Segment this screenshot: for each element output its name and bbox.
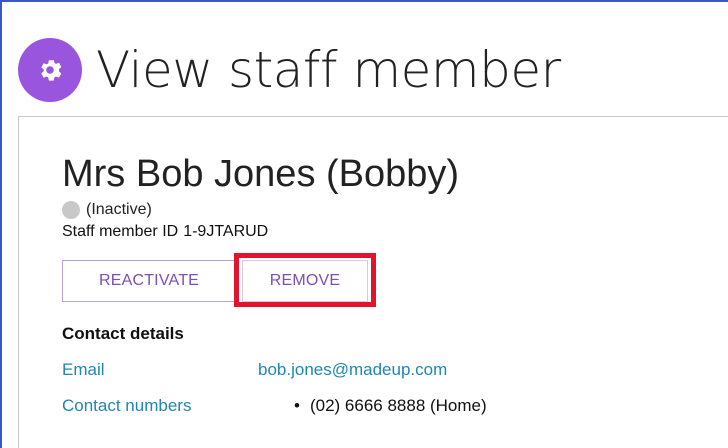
staff-id-value: 1-9JTARUD — [183, 223, 269, 240]
page-header: View staff member — [18, 38, 561, 102]
reactivate-button[interactable]: REACTIVATE — [62, 260, 236, 302]
contact-section-title: Contact details — [62, 324, 184, 343]
contact-number-item: (02) 6666 8888 (Home) — [294, 396, 487, 416]
contact-numbers-label: Contact numbers — [62, 396, 192, 415]
remove-highlight — [234, 253, 376, 307]
status-text: (Inactive) — [86, 201, 152, 218]
status-row: (Inactive) — [62, 201, 152, 219]
contact-numbers-list: (02) 6666 8888 (Home) — [294, 396, 487, 416]
staff-id: Staff member ID 1-9JTARUD — [62, 223, 268, 241]
staff-id-label: Staff member ID — [62, 223, 179, 240]
email-link[interactable]: bob.jones@madeup.com — [258, 360, 447, 380]
email-label: Email — [62, 360, 105, 379]
gear-icon — [18, 38, 82, 102]
status-indicator-icon — [62, 201, 80, 219]
page-title: View staff member — [96, 41, 561, 99]
staff-name: Mrs Bob Jones (Bobby) — [62, 153, 460, 195]
